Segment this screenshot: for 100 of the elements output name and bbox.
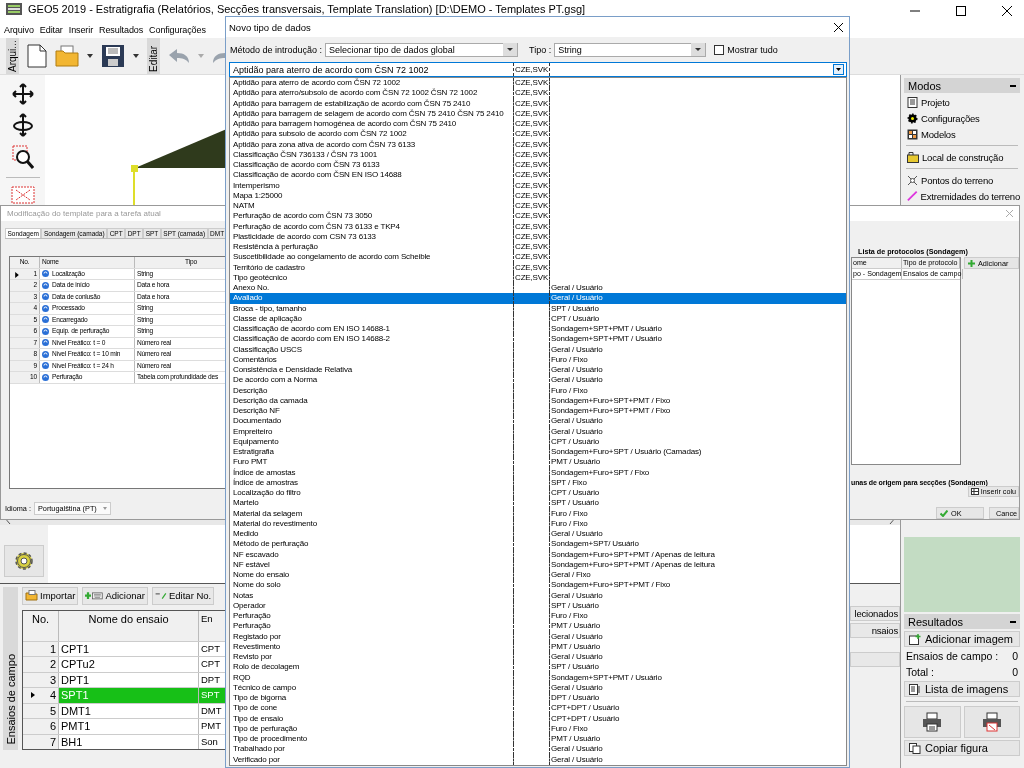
edit-number-button[interactable]: Editar No. [152, 586, 215, 605]
list-option[interactable]: Rolo de decolagem SPT / Usuário [230, 662, 846, 673]
list-option[interactable]: Consistência e Densidade Relativa Geral / Usuário [230, 365, 846, 376]
list-option[interactable]: Tipo de cone CPT+DPT / Usuário [230, 703, 846, 714]
mode-item[interactable]: Configurações [904, 111, 1020, 125]
menu-item[interactable]: Resultados [99, 25, 144, 35]
list-option[interactable]: Documentado Geral / Usuário [230, 416, 846, 427]
list-option[interactable]: NF estável Sondagem+Furo+SPT+PMT / Apenas de leitura [230, 559, 846, 570]
mode-item[interactable]: Local de construção [904, 150, 1020, 164]
list-option[interactable]: Notas Geral / Usuário [230, 590, 846, 601]
folder-icon[interactable] [55, 45, 79, 67]
print-button[interactable] [904, 706, 961, 738]
list-option[interactable]: Furo PMT PMT / Usuário [230, 457, 846, 468]
list-option[interactable]: Resistência à perfuração CZE,SVK [230, 242, 846, 253]
list-option[interactable]: Localização do filtro CPT / Usuário [230, 488, 846, 499]
type-dropdown[interactable]: String [554, 42, 707, 57]
list-option[interactable]: Empreiteiro Geral / Usuário [230, 426, 846, 437]
list-option[interactable]: Intemperismo CZE,SVK [230, 180, 846, 191]
menu-item[interactable]: Arquivo [4, 25, 34, 35]
close-icon[interactable] [834, 22, 843, 32]
mode-item[interactable]: Pontos do terreno [904, 173, 1020, 187]
list-option[interactable]: Classificação de acordo com EN ISO 14688-2 Sondagem+SPT+PMT / Usuário [230, 334, 846, 345]
mode-item[interactable]: Extremidades do terreno [904, 189, 1020, 203]
add-image-button[interactable]: Adicionar imagem [904, 631, 1020, 647]
list-option[interactable]: Descrição NF Sondagem+Furo+SPT+PMT / Fixo [230, 406, 846, 417]
list-option[interactable]: Verificado por Geral / Usuário [230, 754, 846, 765]
list-option[interactable]: Revestimento PMT / Usuário [230, 641, 846, 652]
list-option[interactable]: Método de perfuração Sondagem+SPT/ Usuário [230, 539, 846, 550]
list-option[interactable]: Nome do ensaio Geral / Fixo [230, 570, 846, 581]
list-option[interactable]: Plasticidade de acordo com CSN 73 6133 CZE,SVK [230, 231, 846, 242]
list-option[interactable]: Classificação USCS Geral / Usuário [230, 344, 846, 355]
list-option[interactable]: Descrição da camada Sondagem+Furo+SPT+PMT / Fixo [230, 395, 846, 406]
move-icon[interactable] [11, 83, 34, 105]
list-option[interactable]: Equipamento CPT / Usuário [230, 436, 846, 447]
caret-icon[interactable] [133, 54, 139, 58]
list-option[interactable]: Índice de amostras SPT / Fixo [230, 477, 846, 488]
data-type-combo[interactable]: Aptidão para aterro de acordo com ČSN 72 1002 CZE,SVK [229, 62, 847, 77]
list-option[interactable]: Mapa 1:25000 CZE,SVK [230, 190, 846, 201]
collapse-icon[interactable] [1010, 84, 1016, 87]
side-button[interactable]: nsaios [850, 622, 900, 638]
list-option[interactable]: De acordo com a Norma Geral / Usuário [230, 375, 846, 386]
caret-icon[interactable] [87, 54, 93, 58]
list-option[interactable]: Tipo de perfuração Furo / Fixo [230, 723, 846, 734]
list-option[interactable]: Aptidão para aterro/subsolo de acordo com ČSN 72 1002 ČSN 72 1002 CZE,SVK [230, 88, 846, 99]
list-option[interactable]: Material da selagem Furo / Fixo [230, 508, 846, 519]
list-option[interactable]: Aptidão para barragem de estabilização de acordo com ČSN 75 2410 CZE,SVK [230, 98, 846, 109]
menu-item[interactable]: Configurações [149, 25, 206, 35]
list-option[interactable]: Tipo de ensaio CPT+DPT / Usuário [230, 713, 846, 724]
list-option[interactable]: Descrição Furo / Fixo [230, 385, 846, 396]
copy-figure-button[interactable]: Copiar figura [904, 740, 1020, 756]
list-option[interactable]: Técnico de campo Geral / Usuário [230, 682, 846, 693]
list-option[interactable]: Suscetibilidade ao congelamento de acordo com Scheible CZE,SVK [230, 252, 846, 263]
list-option[interactable]: Tipo de procedimento PMT / Usuário [230, 734, 846, 745]
zoom-extents-icon[interactable] [10, 186, 35, 204]
list-option[interactable]: Perfuração de acordo com ČSN 73 6133 e TKP4 CZE,SVK [230, 221, 846, 232]
table-cell[interactable]: CPTu2 [59, 657, 199, 672]
list-option[interactable]: Aptidão para barragem de selagem de acordo com ČSN 75 2410 ČSN 75 2410 CZE,SVK [230, 108, 846, 119]
maximize-icon[interactable] [956, 6, 966, 16]
list-option[interactable]: RQD Sondagem+SPT+PMT / Usuário [230, 672, 846, 683]
rotate-icon[interactable] [11, 113, 34, 137]
list-option[interactable]: Aptidão para zona ativa de acordo com ČSN 73 6133 CZE,SVK [230, 139, 846, 150]
list-option[interactable]: Classe de aplicação CPT / Usuário [230, 313, 846, 324]
side-button[interactable]: lecionados [850, 605, 900, 621]
list-option[interactable]: Índice de amostas Sondagem+Furo+SPT / Fixo [230, 467, 846, 478]
list-option[interactable]: Revisto por Geral / Usuário [230, 652, 846, 663]
side-tab[interactable]: Ensaios de campo [3, 586, 18, 750]
list-option[interactable]: Classificação ČSN 736133 / ČSN 73 1001 CZE,SVK [230, 149, 846, 160]
table-cell[interactable]: CPT1 [59, 641, 199, 656]
list-option[interactable]: NF escavado Sondagem+Furo+SPT+PMT / Apenas de leitura [230, 549, 846, 560]
list-option[interactable]: Aptidão para aterro de acordo com ČSN 72 1002 CZE,SVK [230, 78, 846, 89]
list-option[interactable]: Aptidão para subsolo de acordo com ČSN 72 1002 CZE,SVK [230, 129, 846, 140]
list-option[interactable]: Nome do solo Sondagem+Furo+SPT+PMT / Fixo [230, 580, 846, 591]
table-cell[interactable]: BH1 [59, 734, 199, 749]
list-option[interactable]: NATM CZE,SVK [230, 201, 846, 212]
caret-icon[interactable] [833, 64, 844, 75]
list-option[interactable]: Material do revestimento Furo / Fixo [230, 518, 846, 529]
mode-item[interactable]: Modelos [904, 127, 1020, 141]
list-option[interactable]: Classificação de acordo com ČSN EN ISO 14688 CZE,SVK [230, 170, 846, 181]
menu-item[interactable]: Editar [39, 25, 63, 35]
list-option[interactable]: Classificação de acordo com EN ISO 14688-1 Sondagem+SPT+PMT / Usuário [230, 324, 846, 335]
list-option[interactable]: Martelo SPT / Usuário [230, 498, 846, 509]
list-option[interactable]: Medido Geral / Usuário [230, 529, 846, 540]
table-cell[interactable]: DMT1 [59, 703, 199, 718]
list-option[interactable]: Broca - tipo, tamanho SPT / Usuário [230, 303, 846, 314]
checkbox-label[interactable]: Mostrar tudo [727, 44, 778, 55]
add-button[interactable]: Adicionar [82, 586, 148, 605]
list-option[interactable]: Perfuração de acordo com ČSN 73 3050 CZE,SVK [230, 211, 846, 222]
list-option[interactable]: Tipo de bigorna DPT / Usuário [230, 693, 846, 704]
new-file-icon[interactable] [27, 44, 47, 68]
menu-item[interactable]: Inserir [68, 25, 94, 35]
list-option[interactable]: Comentários Furo / Fixo [230, 354, 846, 365]
list-option[interactable]: Trabalhado por Geral / Usuário [230, 744, 846, 755]
list-option[interactable]: Classificação de acordo com ČSN 73 6133 CZE,SVK [230, 160, 846, 171]
image-list-button[interactable]: Lista de imagens [904, 681, 1020, 697]
list-option[interactable]: Estratigrafia Sondagem+Furo+SPT / Usuário (Camadas) [230, 447, 846, 458]
list-option[interactable]: Operador SPT / Usuário [230, 600, 846, 611]
import-button[interactable]: Importar [22, 586, 79, 605]
list-option[interactable]: Avaliado Geral / Usuário [230, 293, 846, 304]
table-cell[interactable]: DPT1 [59, 672, 199, 687]
collapse-icon[interactable] [1010, 620, 1016, 623]
